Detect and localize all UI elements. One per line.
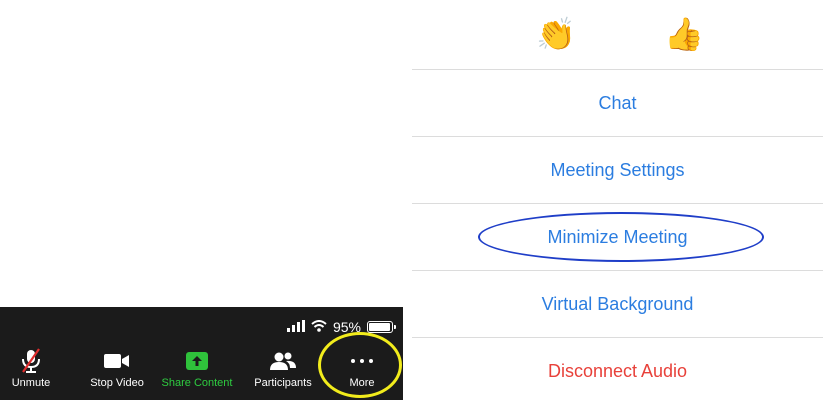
more-dots-icon (351, 347, 373, 375)
participants-label: Participants (254, 377, 312, 389)
menu-item-chat[interactable]: Chat (412, 70, 823, 136)
menu-item-minimize-meeting[interactable]: Minimize Meeting (412, 204, 823, 270)
unmute-label: Unmute (11, 377, 51, 389)
reactions-row: 👏 👍 (412, 0, 823, 70)
participants-button[interactable]: Participants (248, 347, 318, 400)
unmute-button[interactable]: Unmute (4, 347, 58, 400)
video-camera-icon (104, 347, 130, 375)
participants-icon (269, 347, 297, 375)
stop-video-label: Stop Video (90, 377, 144, 389)
battery-fill (369, 323, 390, 331)
menu-item-disconnect-audio[interactable]: Disconnect Audio (412, 338, 823, 404)
menu-item-virtual-background[interactable]: Virtual Background (412, 271, 823, 337)
share-content-button[interactable]: Share Content (150, 347, 244, 400)
battery-percent: 95% (332, 319, 361, 335)
clapping-hands-icon[interactable]: 👏 (536, 14, 576, 54)
stop-video-button[interactable]: Stop Video (84, 347, 150, 400)
wifi-icon (311, 319, 327, 335)
share-arrow-icon (186, 352, 208, 370)
signal-icon (286, 319, 305, 335)
thumbs-up-icon[interactable]: 👍 (664, 14, 704, 54)
more-label: More (349, 377, 375, 389)
share-content-label: Share Content (161, 377, 233, 389)
more-menu: 👏 👍 Chat Meeting Settings Minimize Meeti… (412, 0, 823, 400)
meeting-toolbar: 95% Unmute Stop Video Share Content Part… (0, 307, 403, 400)
microphone-muted-icon (20, 347, 42, 375)
share-icon-wrapper (186, 347, 208, 375)
menu-item-meeting-settings[interactable]: Meeting Settings (412, 137, 823, 203)
battery-icon (367, 321, 396, 333)
more-button[interactable]: More (336, 347, 388, 400)
status-bar: 95% (286, 317, 396, 337)
